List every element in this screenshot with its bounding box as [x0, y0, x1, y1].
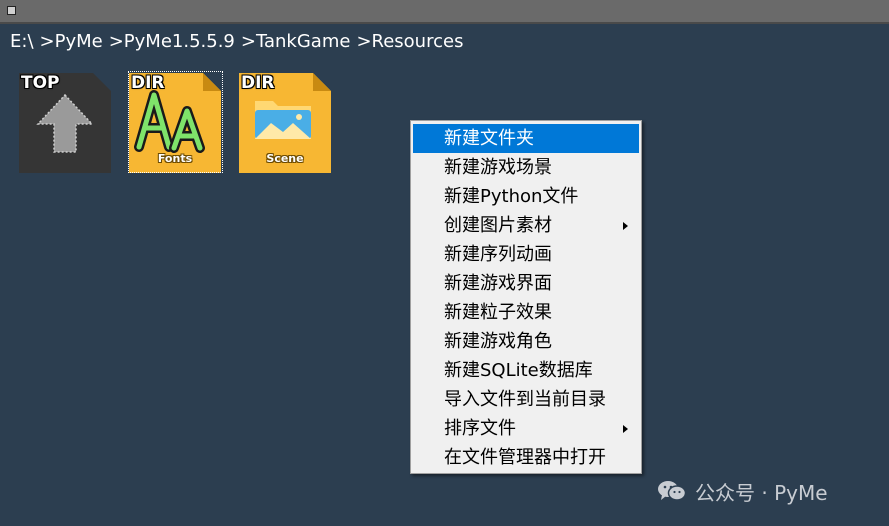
menu-item-sort-files[interactable]: 排序文件 — [413, 414, 639, 443]
context-menu: 新建文件夹 新建游戏场景 新建Python文件 创建图片素材 新建序列动画 新建… — [410, 120, 642, 474]
breadcrumb-drive[interactable]: E:\ — [10, 31, 34, 52]
menu-item-label: 创建图片素材 — [444, 215, 552, 236]
menu-item-new-particle-effect[interactable]: 新建粒子效果 — [413, 298, 639, 327]
submenu-arrow-icon — [623, 222, 628, 230]
menu-item-import-file[interactable]: 导入文件到当前目录 — [413, 385, 639, 414]
tile-label: Fonts — [157, 152, 193, 165]
menu-item-label: 排序文件 — [444, 418, 516, 439]
menu-item-create-image-asset[interactable]: 创建图片素材 — [413, 211, 639, 240]
breadcrumb: E:\ >PyMe >PyMe1.5.5.9 >TankGame >Resour… — [10, 28, 463, 54]
menu-item-new-game-ui[interactable]: 新建游戏界面 — [413, 269, 639, 298]
menu-item-new-python-file[interactable]: 新建Python文件 — [413, 182, 639, 211]
window-title-bar — [0, 0, 889, 24]
tile-label: Scene — [266, 152, 304, 165]
menu-item-label: 导入文件到当前目录 — [444, 389, 606, 410]
tile-folder-fonts[interactable]: DIR Fonts — [128, 71, 223, 173]
window-control-button[interactable] — [7, 6, 16, 15]
watermark: 公众号 · PyMe — [657, 478, 828, 505]
breadcrumb-tankgame[interactable]: >TankGame — [241, 31, 351, 52]
menu-item-label: 新建文件夹 — [444, 128, 534, 149]
menu-item-new-folder[interactable]: 新建文件夹 — [413, 124, 639, 153]
wechat-icon — [658, 481, 687, 501]
menu-item-label: 新建粒子效果 — [444, 302, 552, 323]
breadcrumb-pyme[interactable]: >PyMe — [40, 31, 103, 52]
menu-item-new-game-scene[interactable]: 新建游戏场景 — [413, 153, 639, 182]
tile-tag: DIR — [241, 73, 275, 93]
menu-item-label: 在文件管理器中打开 — [444, 447, 606, 468]
menu-item-new-sqlite-database[interactable]: 新建SQLite数据库 — [413, 356, 639, 385]
tile-tag: TOP — [21, 73, 60, 93]
watermark-text: 公众号 · PyMe — [695, 480, 828, 505]
menu-item-open-in-explorer[interactable]: 在文件管理器中打开 — [413, 443, 639, 472]
menu-item-new-game-character[interactable]: 新建游戏角色 — [413, 327, 639, 356]
tile-parent-folder[interactable]: TOP — [19, 73, 111, 173]
submenu-arrow-icon — [623, 425, 628, 433]
breadcrumb-version[interactable]: >PyMe1.5.5.9 — [109, 31, 235, 52]
menu-item-label: 新建游戏界面 — [444, 273, 552, 294]
menu-item-label: 新建游戏角色 — [444, 331, 552, 352]
menu-item-label: 新建SQLite数据库 — [444, 360, 593, 381]
breadcrumb-resources[interactable]: >Resources — [356, 31, 463, 52]
tile-folder-scene[interactable]: DIR Scene — [239, 73, 331, 173]
menu-item-label: 新建Python文件 — [444, 186, 579, 207]
menu-item-label: 新建序列动画 — [444, 244, 552, 265]
menu-item-new-sequence-animation[interactable]: 新建序列动画 — [413, 240, 639, 269]
tile-tag: DIR — [131, 73, 165, 93]
menu-item-label: 新建游戏场景 — [444, 157, 552, 178]
